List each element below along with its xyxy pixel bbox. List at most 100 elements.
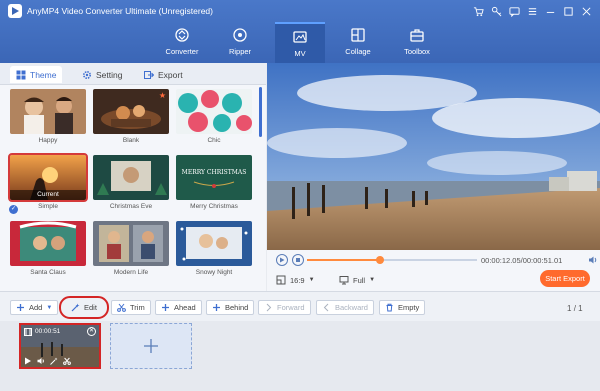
theme-snowy-night[interactable]: Snowy Night bbox=[176, 221, 252, 276]
magic-wand-icon[interactable] bbox=[50, 357, 58, 365]
forward-label: Forward bbox=[277, 303, 305, 312]
selected-check-icon: ✓ bbox=[9, 205, 18, 214]
mode-label: Collage bbox=[345, 47, 371, 56]
theme-scrollbar[interactable] bbox=[259, 87, 262, 137]
film-icon bbox=[24, 328, 32, 336]
video-preview bbox=[267, 63, 600, 250]
plus-icon bbox=[213, 304, 220, 311]
trim-button[interactable]: Trim bbox=[111, 300, 151, 315]
empty-button[interactable]: Empty bbox=[379, 300, 426, 315]
tab-export[interactable]: Export bbox=[138, 66, 189, 83]
forward-icon bbox=[266, 303, 272, 312]
edit-label: Edit bbox=[84, 303, 97, 312]
theme-name: Christmas Eve bbox=[109, 203, 153, 210]
progress-knob[interactable] bbox=[376, 256, 385, 264]
page-total: 1 bbox=[578, 304, 583, 313]
converter-icon bbox=[175, 28, 189, 42]
theme-merry-christmas[interactable]: MERRY CHRISTMAS Merry Christmas bbox=[176, 155, 252, 210]
mode-label: Toolbox bbox=[404, 47, 430, 56]
mode-label: Converter bbox=[165, 47, 199, 56]
theme-thumbnail: ★ bbox=[93, 89, 169, 134]
forward-button[interactable]: Forward bbox=[258, 300, 311, 315]
menu-icon[interactable] bbox=[524, 3, 540, 19]
theme-thumbnail bbox=[10, 221, 86, 266]
ahead-button[interactable]: Ahead bbox=[155, 300, 202, 315]
fit-mode-value: Full bbox=[353, 275, 366, 285]
theme-modern-life[interactable]: Modern Life bbox=[93, 221, 169, 276]
scissors-icon[interactable] bbox=[63, 357, 71, 365]
tab-label: Theme bbox=[30, 69, 57, 80]
theme-thumbnail: Current bbox=[8, 153, 88, 202]
add-clip-tile[interactable] bbox=[110, 323, 192, 369]
monitor-icon bbox=[339, 276, 349, 285]
scissors-icon bbox=[117, 303, 126, 312]
theme-santa-claus[interactable]: Santa Claus bbox=[10, 221, 86, 276]
aspect-ratio-icon bbox=[276, 275, 286, 285]
key-icon[interactable] bbox=[488, 3, 504, 19]
stop-button[interactable] bbox=[292, 254, 304, 266]
theme-simple[interactable]: Current ✓ Simple bbox=[8, 153, 88, 214]
theme-christmas-eve[interactable]: Christmas Eve bbox=[93, 155, 169, 210]
mode-ripper[interactable]: Ripper bbox=[215, 22, 265, 63]
theme-blank[interactable]: ★ Blank bbox=[93, 89, 169, 144]
backward-label: Backward bbox=[335, 303, 368, 312]
progress-bar[interactable] bbox=[307, 256, 477, 264]
chat-icon[interactable] bbox=[506, 3, 522, 19]
play-button[interactable] bbox=[276, 254, 288, 266]
mode-label: Ripper bbox=[228, 47, 252, 56]
volume-icon[interactable] bbox=[588, 255, 598, 265]
mode-label: MV bbox=[294, 49, 306, 58]
export-icon bbox=[144, 70, 154, 79]
theme-name: Happy bbox=[38, 137, 58, 144]
collage-icon bbox=[351, 28, 365, 42]
theme-name: Snowy Night bbox=[195, 269, 233, 276]
fit-mode-select[interactable]: Full ▼ bbox=[339, 275, 375, 285]
mode-mv[interactable]: MV bbox=[275, 22, 325, 63]
tab-label: Export bbox=[158, 69, 183, 80]
mode-switcher: Converter Ripper MV Collage Toolbox bbox=[0, 22, 600, 63]
player-controls: 00:00:12.05/00:00:51.01 16:9 ▼ Full ▼ St… bbox=[267, 250, 600, 291]
maximize-icon[interactable] bbox=[560, 3, 576, 19]
ahead-label: Ahead bbox=[174, 303, 196, 312]
theme-name: Simple bbox=[38, 203, 58, 210]
mode-converter[interactable]: Converter bbox=[157, 22, 207, 63]
add-label: Add bbox=[29, 303, 43, 312]
play-icon[interactable] bbox=[24, 357, 32, 365]
theme-panel: Theme Setting Export Happy ★ Blank Chic … bbox=[0, 63, 266, 291]
clip-timeline: 00:00:51 ✕ bbox=[0, 321, 600, 391]
tab-theme[interactable]: Theme bbox=[10, 66, 63, 83]
add-button[interactable]: Add ▼ bbox=[10, 300, 59, 315]
backward-button[interactable]: Backward bbox=[316, 300, 374, 315]
theme-chic[interactable]: Chic bbox=[176, 89, 252, 144]
grid-icon bbox=[16, 70, 26, 79]
panel-tabs: Theme Setting Export bbox=[0, 63, 266, 85]
mode-collage[interactable]: Collage bbox=[333, 22, 383, 63]
play-icon bbox=[280, 257, 285, 263]
edit-button[interactable]: Edit bbox=[66, 300, 102, 315]
plus-icon bbox=[144, 339, 158, 353]
start-export-button[interactable]: Start Export bbox=[540, 270, 590, 287]
timeline-clip[interactable]: 00:00:51 ✕ bbox=[19, 323, 101, 369]
app-title: AnyMP4 Video Converter Ultimate (Unregis… bbox=[27, 6, 213, 16]
aspect-ratio-value: 16:9 bbox=[290, 275, 305, 285]
behind-button[interactable]: Behind bbox=[206, 300, 255, 315]
theme-name: Blank bbox=[122, 137, 140, 144]
clip-remove-icon[interactable]: ✕ bbox=[87, 327, 96, 336]
volume-icon[interactable] bbox=[37, 357, 45, 365]
chevron-down-icon: ▼ bbox=[308, 277, 315, 283]
theme-happy[interactable]: Happy bbox=[10, 89, 86, 144]
chevron-down-icon: ▼ bbox=[46, 304, 53, 311]
page-counter: 1 / 1 bbox=[567, 304, 583, 313]
stop-icon bbox=[296, 258, 300, 262]
theme-name: Chic bbox=[207, 137, 221, 144]
close-icon[interactable] bbox=[578, 3, 594, 19]
trim-label: Trim bbox=[130, 303, 145, 312]
aspect-ratio-select[interactable]: 16:9 ▼ bbox=[276, 275, 315, 285]
minimize-icon[interactable] bbox=[542, 3, 558, 19]
mode-toolbox[interactable]: Toolbox bbox=[392, 22, 442, 63]
theme-thumbnail bbox=[176, 221, 252, 266]
cart-icon[interactable] bbox=[470, 3, 486, 19]
preview-frame bbox=[267, 63, 600, 250]
magic-wand-icon bbox=[71, 303, 80, 312]
tab-setting[interactable]: Setting bbox=[76, 66, 128, 83]
